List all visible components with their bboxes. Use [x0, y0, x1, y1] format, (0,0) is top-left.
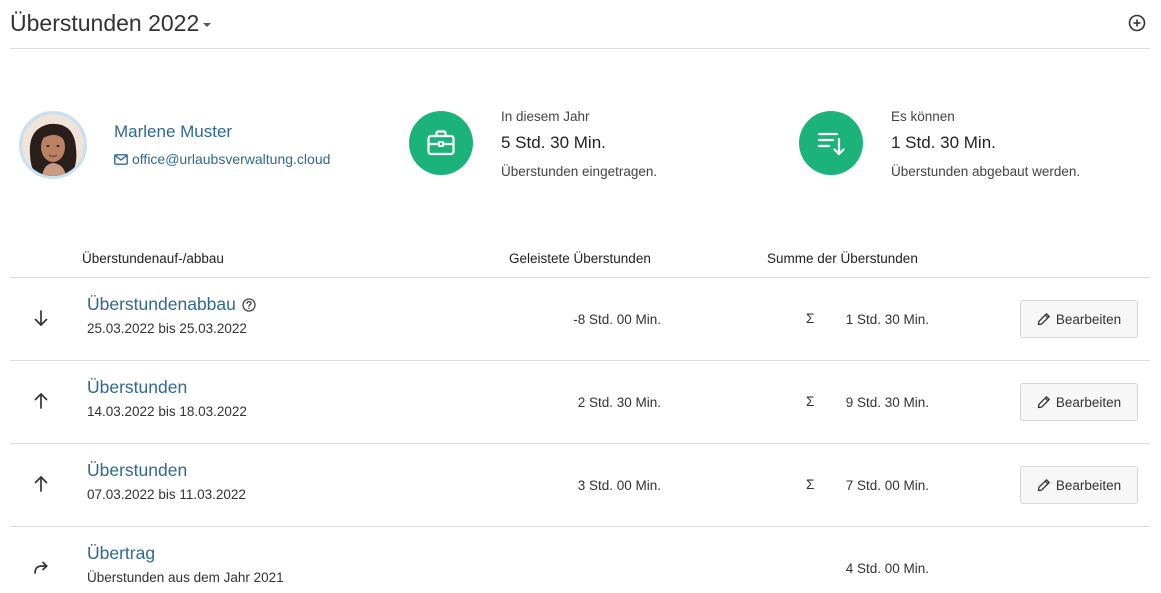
- stat-value: 1 Std. 30 Min.: [891, 133, 996, 152]
- row-title-text: Überstundenabbau: [87, 294, 236, 314]
- table-header: Überstundenauf-/abbau Geleistete Überstu…: [10, 240, 1150, 278]
- page-header: Überstunden 2022: [10, 0, 1150, 49]
- stat-year-total: In diesem Jahr 5 Std. 30 Min. Überstunde…: [409, 109, 658, 179]
- pencil-icon: [1037, 313, 1050, 326]
- person-name-link[interactable]: Marlene Muster: [114, 122, 330, 142]
- person-card: Marlene Muster office@urlaubsverwaltung.…: [19, 111, 330, 179]
- avatar: [19, 111, 87, 179]
- row-sum: 9 Std. 30 Min.: [845, 395, 929, 410]
- row-date-range: 14.03.2022 bis 18.03.2022: [87, 404, 247, 419]
- row-title-link[interactable]: Überstunden: [87, 377, 187, 398]
- edit-button-label: Bearbeiten: [1055, 477, 1122, 493]
- pencil-icon: [1037, 396, 1050, 409]
- row-title-link[interactable]: Überstundenabbau: [87, 294, 256, 315]
- row-date-range: 25.03.2022 bis 25.03.2022: [87, 321, 247, 336]
- stat-sub: Überstunden eingetragen.: [501, 164, 658, 179]
- arrow-down-icon: [34, 310, 48, 326]
- edit-button[interactable]: Bearbeiten: [1020, 466, 1138, 504]
- edit-button-label: Bearbeiten: [1055, 311, 1122, 327]
- row-hours: 2 Std. 30 Min.: [577, 395, 661, 410]
- row-title-text: Überstunden: [87, 460, 188, 480]
- sigma-icon: Σ: [806, 311, 815, 326]
- stat-value: 5 Std. 30 Min.: [501, 133, 606, 152]
- help-circle-icon[interactable]: [242, 297, 256, 312]
- page-title-text: Überstunden 2022: [10, 10, 200, 36]
- person-email-link[interactable]: office@urlaubsverwaltung.cloud: [114, 151, 330, 167]
- row-title-link[interactable]: Überstunden: [87, 460, 187, 481]
- envelope-icon: [114, 153, 128, 165]
- table-row: Überstunden 07.03.2022 bis 11.03.2022 3 …: [10, 444, 1150, 527]
- briefcase-icon: [427, 130, 455, 156]
- year-selector[interactable]: Überstunden 2022: [10, 10, 212, 37]
- stat-sub: Überstunden abgebaut werden.: [891, 164, 1081, 179]
- redo-arrow-icon: [34, 561, 48, 574]
- row-title-text: Überstunden: [87, 377, 188, 397]
- table-row: Übertrag Überstunden aus dem Jahr 2021 4…: [10, 527, 1150, 593]
- arrow-up-icon: [34, 393, 48, 409]
- stat-icon-circle: [409, 111, 473, 175]
- row-hours: 3 Std. 00 Min.: [577, 478, 661, 493]
- edit-button[interactable]: Bearbeiten: [1020, 383, 1138, 421]
- column-header-hours: Geleistete Überstunden: [509, 251, 651, 266]
- stat-icon-circle: [799, 111, 863, 175]
- arrow-up-icon: [34, 476, 48, 492]
- sigma-icon: Σ: [806, 394, 815, 409]
- plus-circle-icon[interactable]: [1128, 14, 1146, 32]
- row-carryover-note: Überstunden aus dem Jahr 2021: [87, 570, 284, 585]
- stat-reducible: Es können 1 Std. 30 Min. Überstunden abg…: [799, 109, 1081, 179]
- overtime-table: Überstundenauf-/abbau Geleistete Überstu…: [10, 240, 1150, 593]
- stat-label: Es können: [891, 109, 955, 124]
- stat-label: In diesem Jahr: [501, 109, 590, 124]
- person-email-text: office@urlaubsverwaltung.cloud: [132, 151, 331, 167]
- edit-button[interactable]: Bearbeiten: [1020, 300, 1138, 338]
- edit-button-label: Bearbeiten: [1055, 394, 1122, 410]
- caret-down-icon: [203, 22, 212, 27]
- pencil-icon: [1037, 479, 1050, 492]
- column-header-type: Überstundenauf-/abbau: [82, 251, 224, 266]
- row-sum: 1 Std. 30 Min.: [845, 312, 929, 327]
- row-sum: 4 Std. 00 Min.: [845, 561, 929, 576]
- row-hours: -8 Std. 00 Min.: [573, 312, 661, 327]
- row-date-range: 07.03.2022 bis 11.03.2022: [87, 487, 246, 502]
- table-row: Überstunden 14.03.2022 bis 18.03.2022 2 …: [10, 361, 1150, 444]
- table-row: Überstundenabbau 25.03.2022 bis 25.03.20…: [10, 278, 1150, 361]
- row-sum: 7 Std. 00 Min.: [845, 478, 929, 493]
- sigma-icon: Σ: [806, 477, 815, 492]
- row-title-text: Übertrag: [87, 543, 156, 563]
- sort-down-icon: [817, 132, 845, 156]
- column-header-sum: Summe der Überstunden: [767, 251, 918, 266]
- row-title-link[interactable]: Übertrag: [87, 543, 155, 564]
